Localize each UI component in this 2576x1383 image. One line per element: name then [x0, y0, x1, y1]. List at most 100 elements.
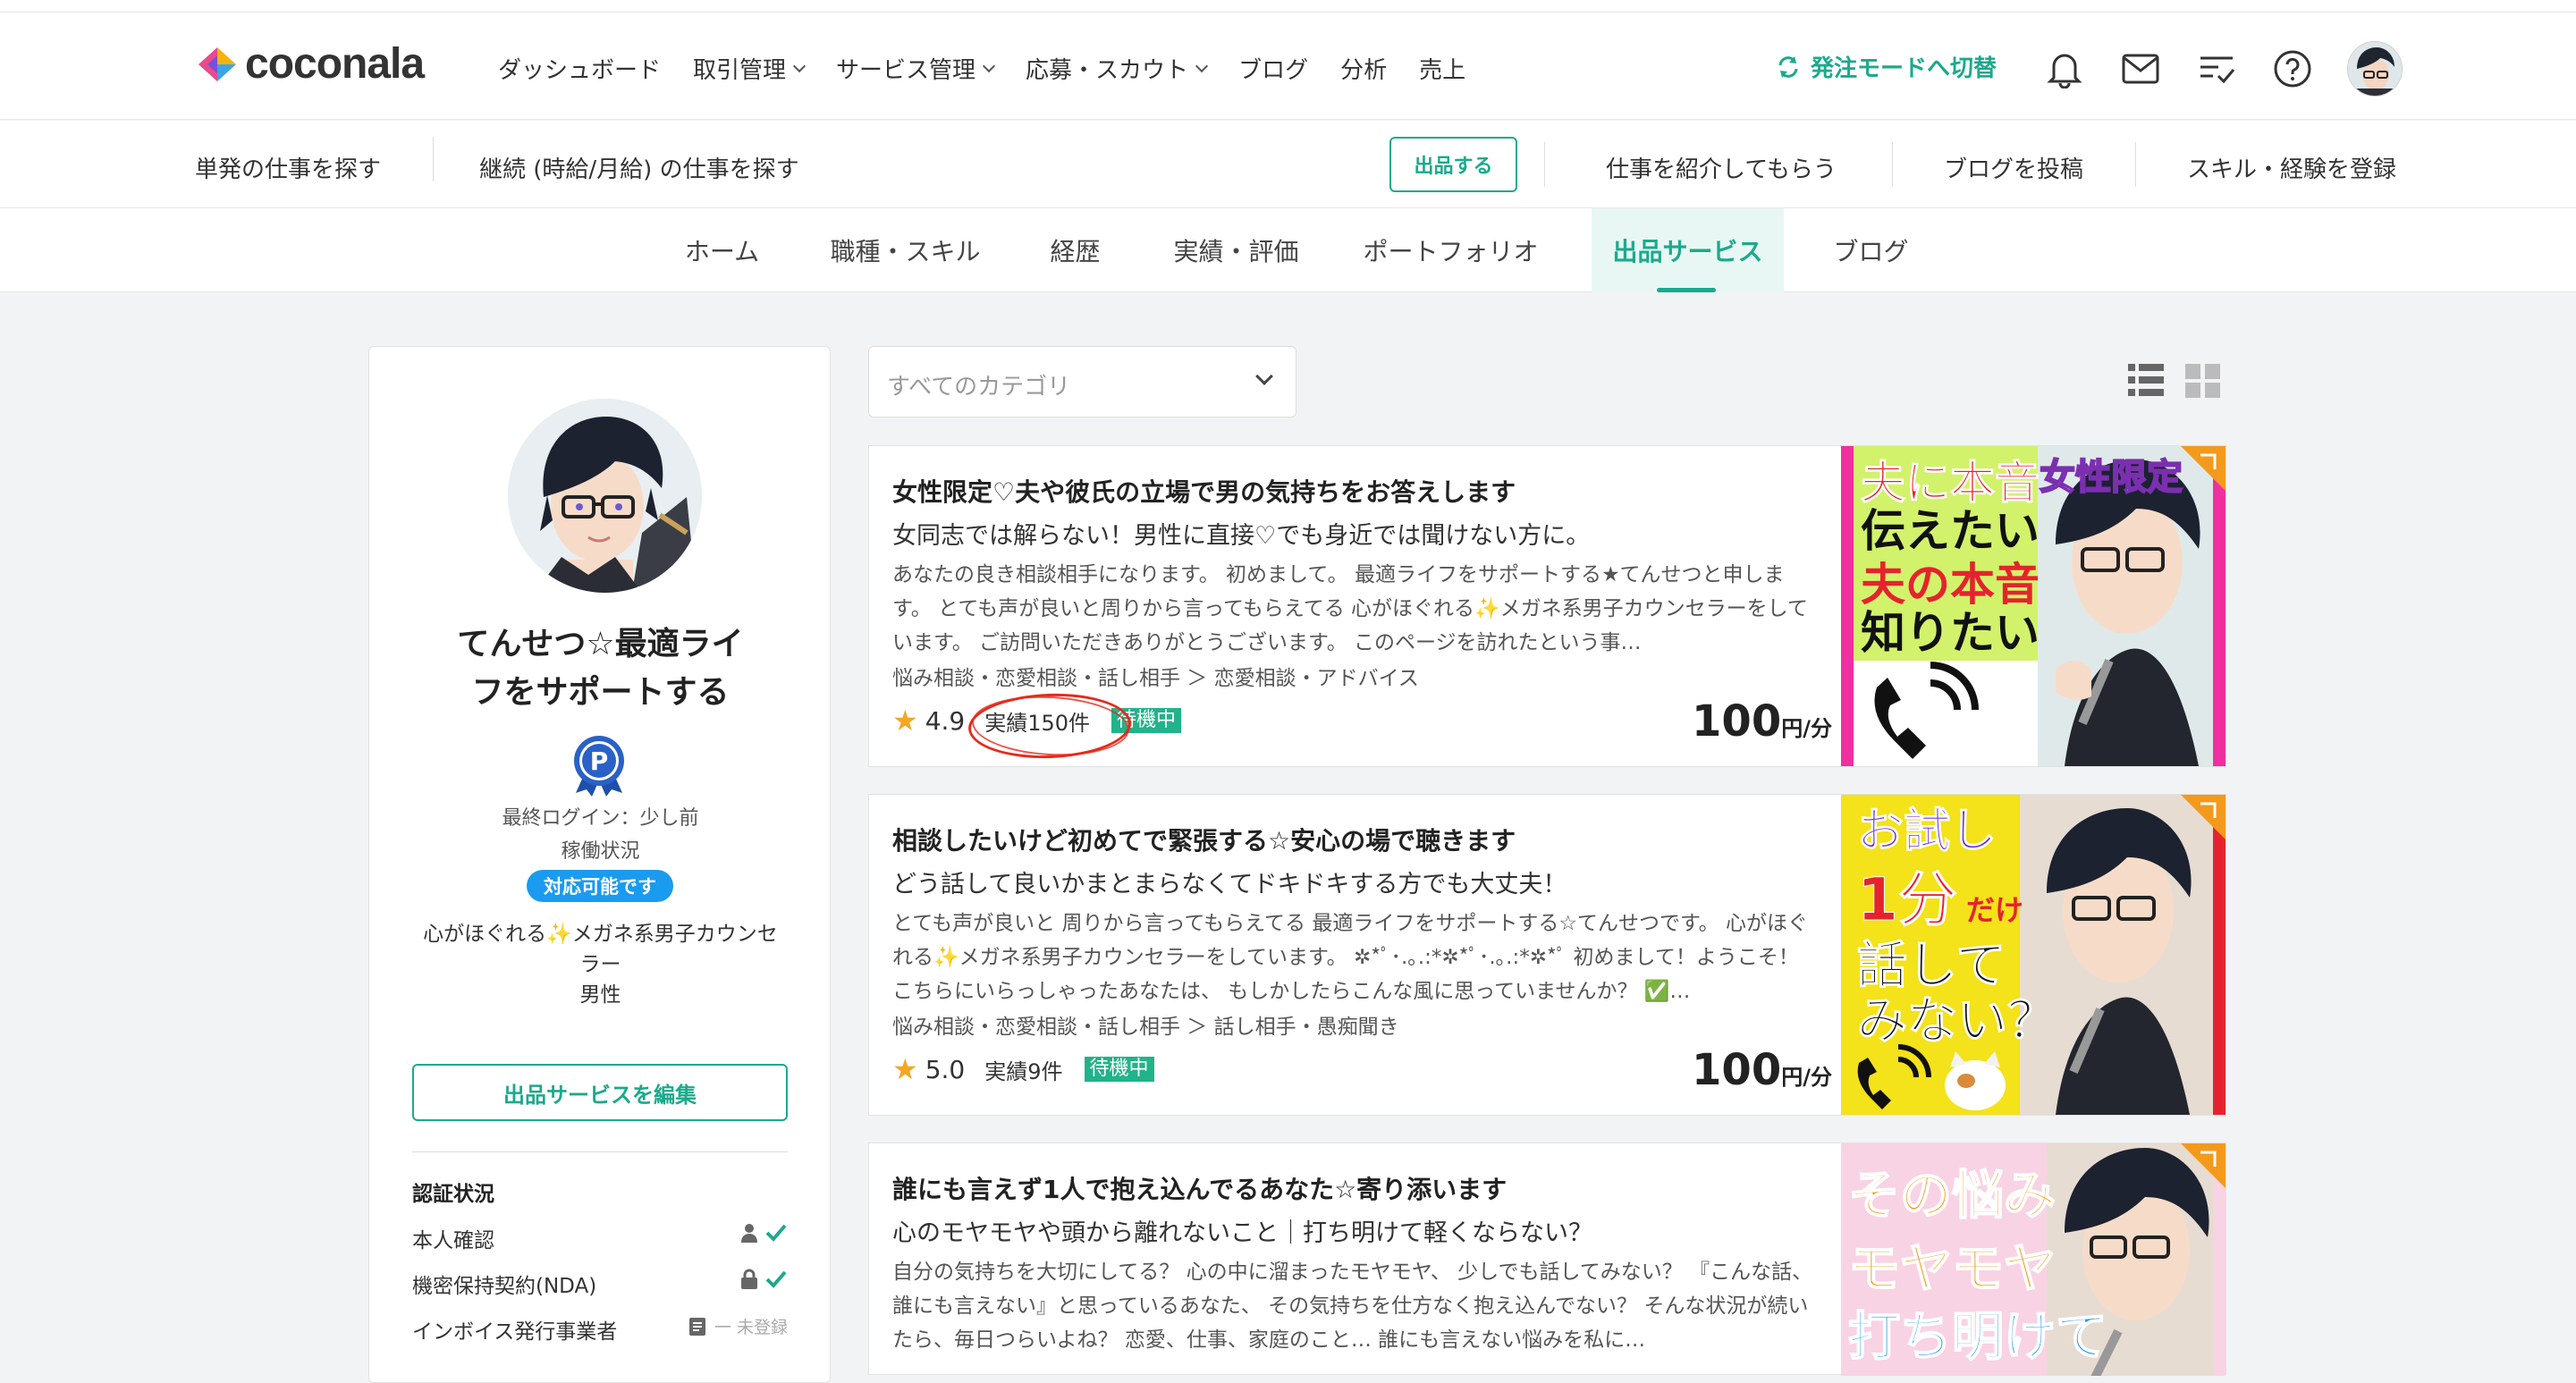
rating-value: 4.9 [925, 705, 966, 736]
bell-icon[interactable] [2043, 47, 2086, 90]
list-view-icon[interactable] [2128, 362, 2164, 398]
service-price: 100円/分 [1692, 1045, 1832, 1095]
tab-achievements[interactable]: 実績・評価 [1149, 208, 1323, 292]
svg-text:P: P [590, 746, 609, 776]
nav-label: 分析 [1340, 57, 1388, 84]
thumb-text: お試し [1857, 805, 1997, 858]
nav-label: ダッシュボード [498, 57, 662, 84]
mail-icon[interactable] [2119, 47, 2162, 90]
checklist-icon[interactable] [2195, 47, 2238, 90]
service-subtitle: 心のモヤモヤや頭から離れないこと｜打ち明けて軽くならない？ [892, 1219, 1592, 1247]
register-skill-link[interactable]: スキル・経験を登録 [2187, 151, 2396, 184]
profile-name: てんせつ☆最適ライ フをサポートする [369, 620, 832, 717]
thumb-text: 知りたい [1861, 607, 2040, 659]
divider [433, 137, 434, 181]
invoice-status: 一 未登録 [714, 1318, 788, 1337]
thumb-text: 夫の本音 [1861, 559, 2040, 611]
tab-portfolio[interactable]: ポートフォリオ [1350, 208, 1551, 292]
service-subtitle: どう話して良いかまとまらなくてドキドキする方でも大丈夫！ [892, 871, 1567, 898]
profile-name-line: てんせつ☆最適ライ [457, 626, 744, 662]
divider [1544, 142, 1545, 187]
person-icon [741, 1224, 757, 1243]
find-single-jobs-link[interactable]: 単発の仕事を探す [195, 151, 381, 184]
desc-line: ラー [579, 953, 621, 976]
service-thumbnail[interactable]: 夫に本音 伝えたい 夫の本音 知りたい 女性限定 [1841, 446, 2225, 766]
switch-mode-link[interactable]: 発注モードへ切替 [1775, 50, 1997, 83]
auth-row-identity: 本人確認 [412, 1223, 788, 1253]
auth-row-invoice: インボイス発行事業者 一 未登録 [412, 1314, 788, 1345]
user-avatar[interactable] [2347, 41, 2403, 97]
nav-label: 応募・スカウト [1026, 57, 1189, 84]
service-description: あなたの良き相談相手になります。 初めまして。 最適ライフをサポートする★てんせ… [892, 563, 1808, 654]
service-title[interactable]: 相談したいけど初めてで緊張する☆安心の場で聴きます [892, 822, 1516, 857]
star-icon: ★ [892, 1052, 918, 1086]
header-icons [2043, 41, 2403, 97]
auth-label: 機密保持契約(NDA) [412, 1275, 597, 1298]
grid-view-icon[interactable] [2185, 362, 2221, 398]
nav-blog[interactable]: ブログ [1238, 52, 1308, 85]
nav-apply-scout[interactable]: 応募・スカウト [1026, 52, 1209, 85]
service-card[interactable]: 誰にも言えず1人で抱え込んでるあなた☆寄り添います 心のモヤモヤや頭から離れない… [868, 1143, 2226, 1376]
view-toggle [2128, 362, 2221, 398]
tab-career[interactable]: 経歴 [1028, 208, 1122, 292]
service-title[interactable]: 誰にも言えず1人で抱え込んでるあなた☆寄り添います [892, 1170, 1507, 1206]
refresh-icon [1778, 55, 1798, 78]
thumb-text: 夫に本音 [1861, 457, 2040, 509]
nav-sales[interactable]: 売上 [1419, 52, 1465, 85]
nav-service-management[interactable]: サービス管理 [836, 52, 996, 85]
chevron-down-icon [1195, 59, 1209, 72]
edit-services-button[interactable]: 出品サービスを編集 [412, 1064, 788, 1121]
tab-blog[interactable]: ブログ [1811, 208, 1931, 292]
pro-badge-icon: P [574, 736, 624, 797]
thumb-text: 1分 [1857, 865, 1957, 934]
category-select[interactable]: すべてのカテゴリ [868, 346, 1296, 417]
auth-status-title: 認証状況 [412, 1183, 494, 1206]
introduce-job-link[interactable]: 仕事を紹介してもらう [1606, 151, 1837, 184]
nav-label: 取引管理 [693, 57, 787, 84]
service-price: 100円/分 [1692, 696, 1832, 746]
sub-navigation: 単発の仕事を探す 継続 (時給/月給) の仕事を探す 出品する 仕事を紹介しても… [0, 121, 2576, 208]
nav-analytics[interactable]: 分析 [1340, 52, 1387, 85]
review-count: 実績9件 [984, 1058, 1063, 1084]
divider [2135, 142, 2136, 187]
thumb-text: だけ [1966, 893, 2023, 927]
coconala-logo[interactable]: coconala [195, 39, 425, 89]
profile-name-line: フをサポートする [471, 674, 730, 711]
auth-row-nda: 機密保持契約(NDA) [412, 1269, 788, 1299]
service-thumbnail[interactable]: お試し 1分 だけ 話して みない？ [1841, 795, 2225, 1115]
thumb-text: 話して [1857, 937, 2006, 995]
switch-mode-label: 発注モードへ切替 [1811, 55, 1997, 82]
thumb-text: 打ち明けて [1848, 1306, 2107, 1367]
chevron-down-icon [982, 59, 996, 72]
top-strip [0, 0, 2576, 13]
service-card[interactable]: 相談したいけど初めてで緊張する☆安心の場で聴きます どう話して良いかまとまらなく… [868, 794, 2226, 1116]
last-login: 最終ログイン：少し前 [502, 807, 699, 830]
category-select-value: すべてのカテゴリ [887, 374, 1071, 401]
service-title[interactable]: 女性限定♡夫や彼氏の立場で男の気持ちをお答えします [892, 473, 1516, 509]
help-icon[interactable] [2271, 47, 2314, 90]
service-subtitle: 女同志では解らない！男性に直接♡でも身近では聞けない方に。 [892, 522, 1591, 550]
document-icon [688, 1317, 705, 1336]
standby-badge: 待機中 [1084, 1057, 1154, 1082]
find-continuous-jobs-link[interactable]: 継続 (時給/月給) の仕事を探す [479, 151, 799, 184]
auth-label: 本人確認 [412, 1229, 494, 1252]
thumb-text: 女性限定 [2040, 457, 2183, 498]
auth-label: インボイス発行事業者 [412, 1320, 618, 1344]
nav-dashboard[interactable]: ダッシュボード [498, 52, 661, 85]
thumb-text: モヤモヤ [1848, 1238, 2056, 1299]
main-nav: ダッシュボード 取引管理 サービス管理 応募・スカウト ブログ 分析 売上 [498, 52, 1498, 85]
service-description: とても声が良いと 周りから言ってもらえてる 最適ライフをサポートする☆てんせつで… [892, 912, 1808, 1003]
service-thumbnail[interactable]: その悩み モヤモヤ 打ち明けて [1841, 1143, 2225, 1376]
global-header: coconala ダッシュボード 取引管理 サービス管理 応募・スカウト ブログ… [0, 13, 2576, 120]
price-unit: 円/分 [1781, 716, 1832, 741]
tab-services[interactable]: 出品サービス [1592, 208, 1784, 292]
thumb-text: その悩み [1848, 1165, 2056, 1226]
list-service-button[interactable]: 出品する [1389, 137, 1517, 192]
gender: 男性 [579, 983, 621, 1007]
desc-line: 心がほぐれる✨メガネ系男子カウンセ [423, 923, 778, 946]
chevron-down-icon [792, 59, 807, 72]
tab-home[interactable]: ホーム [662, 208, 782, 292]
tab-skills[interactable]: 職種・スキル [809, 208, 1001, 292]
nav-transactions[interactable]: 取引管理 [693, 52, 807, 85]
post-blog-link[interactable]: ブログを投稿 [1944, 151, 2083, 184]
